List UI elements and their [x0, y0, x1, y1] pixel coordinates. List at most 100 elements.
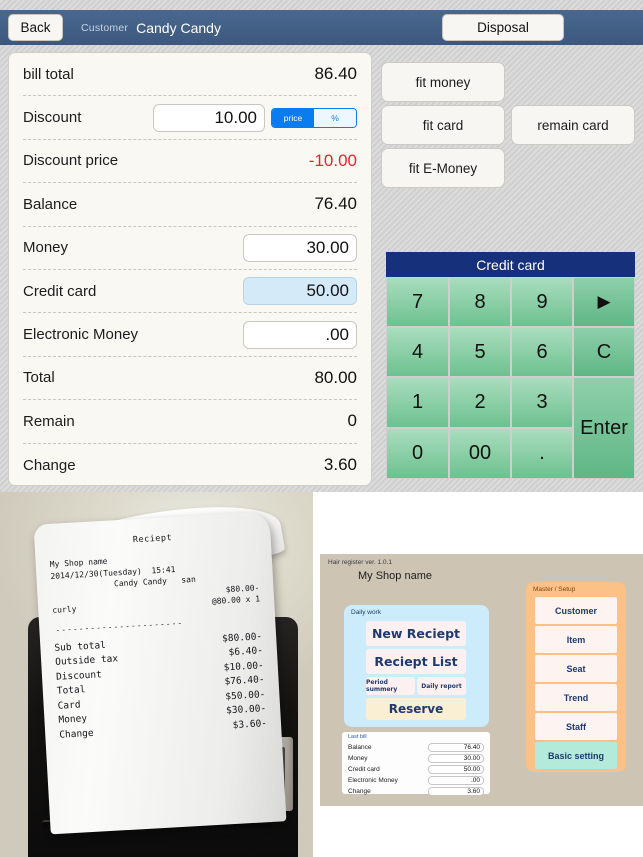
last-bill-money-label: Money: [348, 755, 368, 762]
credit-card-input[interactable]: 50.00: [243, 277, 357, 306]
discount-price-value: -10.00: [308, 150, 357, 170]
last-bill-row: Balance 76.40: [348, 742, 484, 753]
back-button[interactable]: Back: [8, 14, 63, 41]
remain-label: Remain: [23, 412, 75, 430]
daily-work-caption: Daily work: [351, 609, 381, 616]
row-change: Change 3.60: [23, 444, 357, 487]
row-electronic-money: Electronic Money .00: [23, 313, 357, 357]
master-staff-button[interactable]: Staff: [535, 713, 617, 740]
key-7[interactable]: 7: [386, 277, 449, 327]
discount-mode-segmented-control[interactable]: price %: [271, 107, 357, 128]
money-input[interactable]: 30.00: [243, 233, 357, 262]
row-bill-total: bill total 86.40: [23, 53, 357, 97]
reserve-button[interactable]: Reserve: [366, 698, 466, 720]
receipt-item-amount-spacer: [51, 593, 52, 604]
master-setup-caption: Master / Setup: [533, 586, 576, 593]
new-reciept-button[interactable]: New Reciept: [366, 621, 466, 646]
last-bill-money-value: 30.00: [428, 754, 484, 763]
row-credit-card: Credit card 50.00: [23, 270, 357, 314]
top-navigation-bar: Back Customer Candy Candy Disposal: [0, 10, 643, 45]
last-bill-change-value: 3.60: [428, 787, 484, 796]
electronic-money-input[interactable]: .00: [243, 320, 357, 349]
key-9[interactable]: 9: [511, 277, 573, 327]
receipt-money-label: Money: [58, 713, 88, 726]
key-1[interactable]: 1: [386, 377, 449, 428]
numeric-keypad: Credit card 7 8 9 ▶ 4 5 6 C 1 2 3 0 00 .…: [386, 252, 635, 479]
last-bill-balance-label: Balance: [348, 744, 372, 751]
last-bill-credit-card-label: Credit card: [348, 766, 380, 773]
key-clear[interactable]: C: [573, 327, 635, 377]
home-shop-name: My Shop name: [358, 570, 432, 582]
discount-mode-price-option[interactable]: price: [272, 108, 314, 127]
last-bill-panel: Last bill Balance 76.40 Money 30.00 Cred…: [342, 732, 490, 797]
fit-emoney-button[interactable]: fit E-Money: [381, 148, 505, 188]
pos-payment-screen: Back Customer Candy Candy Disposal bill …: [0, 0, 643, 492]
key-enter[interactable]: Enter: [573, 377, 635, 479]
key-4[interactable]: 4: [386, 327, 449, 377]
receipt-item-name: curly: [52, 604, 77, 615]
master-item-button[interactable]: Item: [535, 626, 617, 653]
key-0[interactable]: 0: [386, 428, 449, 479]
last-bill-balance-value: 76.40: [428, 743, 484, 752]
row-discount-price: Discount price -10.00: [23, 140, 357, 184]
key-6[interactable]: 6: [511, 327, 573, 377]
key-decimal[interactable]: .: [511, 428, 573, 479]
electronic-money-label: Electronic Money: [23, 326, 139, 344]
key-00[interactable]: 00: [449, 428, 511, 479]
discount-label: Discount: [23, 109, 82, 127]
discount-controls: 10.00 price %: [153, 103, 357, 132]
master-trend-button[interactable]: Trend: [535, 684, 617, 711]
fit-card-button[interactable]: fit card: [381, 105, 505, 145]
key-2[interactable]: 2: [449, 377, 511, 428]
bill-summary-card: bill total 86.40 Discount 10.00 price % …: [8, 52, 372, 486]
keypad-keys: 7 8 9 ▶ 4 5 6 C 1 2 3 0 00 . Enter: [386, 277, 635, 479]
daily-report-button[interactable]: Daily report: [417, 677, 466, 695]
total-label: Total: [23, 369, 55, 387]
keypad-target-label: Credit card: [386, 252, 635, 277]
master-seat-button[interactable]: Seat: [535, 655, 617, 682]
discount-mode-percent-option[interactable]: %: [314, 108, 356, 127]
key-arrow-right-icon[interactable]: ▶: [573, 277, 635, 327]
period-summery-button[interactable]: Period summery: [366, 677, 415, 695]
key-3[interactable]: 3: [511, 377, 573, 428]
last-bill-electronic-money-label: Electronic Money: [348, 777, 398, 784]
row-remain: Remain 0: [23, 400, 357, 444]
last-bill-row: Change 3.60: [348, 786, 484, 797]
app-home-screen: Hair register ver. 1.0.1 My Shop name Da…: [320, 554, 643, 806]
key-8[interactable]: 8: [449, 277, 511, 327]
change-label: Change: [23, 456, 76, 474]
remain-card-button[interactable]: remain card: [511, 105, 635, 145]
master-setup-panel: Master / Setup Customer Item Seat Trend …: [526, 582, 626, 772]
discount-price-label: Discount price: [23, 152, 119, 170]
app-version-label: Hair register ver. 1.0.1: [328, 559, 392, 566]
screenshot-root: Back Customer Candy Candy Disposal bill …: [0, 0, 643, 857]
reciept-list-button[interactable]: Reciept List: [366, 649, 466, 674]
last-bill-row: Electronic Money .00: [348, 775, 484, 786]
fit-money-button[interactable]: fit money: [381, 62, 505, 102]
last-bill-rows: Balance 76.40 Money 30.00 Credit card 50…: [342, 732, 490, 797]
row-discount: Discount 10.00 price %: [23, 96, 357, 140]
receipt-total-label: Total: [56, 684, 86, 697]
row-money: Money 30.00: [23, 227, 357, 270]
master-basic-setting-button[interactable]: Basic setting: [535, 742, 617, 769]
discount-input[interactable]: 10.00: [153, 103, 265, 132]
customer-label: Customer: [81, 21, 129, 34]
total-value: 80.00: [314, 367, 357, 387]
last-bill-caption: Last bill: [348, 734, 367, 740]
receipt-change-value: $3.60-: [232, 717, 268, 731]
receipt-printer-photo: Reciept My Shop name 2014/12/30(Tuesday)…: [0, 492, 313, 857]
last-bill-change-label: Change: [348, 788, 371, 795]
disposal-button[interactable]: Disposal: [442, 14, 564, 41]
master-customer-button[interactable]: Customer: [535, 597, 617, 624]
last-bill-electronic-money-value: .00: [428, 776, 484, 785]
remain-value: 0: [347, 411, 357, 431]
balance-label: Balance: [23, 195, 78, 213]
receipt-item-unit: @80.00 x 1: [211, 594, 261, 606]
last-bill-row: Credit card 50.00: [348, 764, 484, 775]
receipt-title: Reciept: [132, 533, 173, 546]
receipt-discount-label: Discount: [55, 668, 103, 683]
money-label: Money: [23, 239, 69, 257]
credit-card-label: Credit card: [23, 282, 97, 300]
receipt-change-label: Change: [58, 727, 94, 741]
key-5[interactable]: 5: [449, 327, 511, 377]
